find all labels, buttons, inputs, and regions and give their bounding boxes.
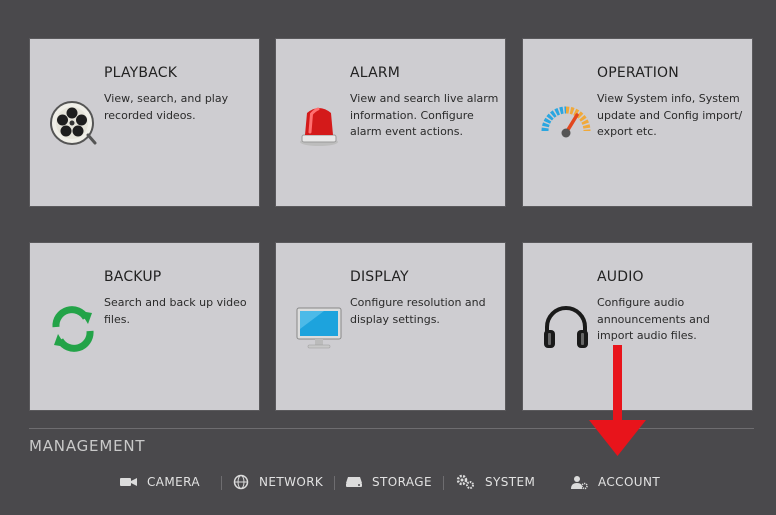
nav-separator: [221, 476, 222, 490]
tile-audio[interactable]: AUDIO Configure audio announcements and …: [522, 242, 753, 411]
siren-icon: [300, 107, 338, 146]
user-gear-icon: [571, 475, 588, 489]
tile-title: DISPLAY: [350, 269, 409, 285]
nav-label: STORAGE: [372, 475, 432, 489]
tile-description: Configure resolution and display setting…: [350, 296, 486, 326]
tile-display[interactable]: DISPLAY Configure resolution and display…: [275, 242, 506, 411]
tile-operation[interactable]: OPERATION View System info, System updat…: [522, 38, 753, 207]
nav-label: ACCOUNT: [598, 475, 661, 489]
nav-label: SYSTEM: [485, 475, 536, 489]
tile-description: Search and back up video files.: [104, 296, 247, 326]
tile-playback[interactable]: PLAYBACK View, search, and play recorded…: [29, 38, 260, 207]
tile-title: BACKUP: [104, 269, 162, 285]
sync-icon: [52, 306, 94, 352]
tile-description: View, search, and play recorded videos.: [104, 92, 229, 122]
monitor-icon: [296, 307, 342, 349]
management-divider: [29, 428, 754, 429]
globe-icon: [233, 474, 249, 490]
tile-description: Configure audio announcements and import…: [597, 296, 710, 342]
film-reel-icon: [50, 101, 97, 145]
tile-title: OPERATION: [597, 65, 679, 81]
nav-separator: [334, 476, 335, 490]
tile-description: View System info, System update and Conf…: [597, 92, 743, 138]
nav-account[interactable]: ACCOUNT: [571, 469, 660, 495]
nav-separator: [443, 476, 444, 490]
nav-label: NETWORK: [259, 475, 324, 489]
hdd-icon: [346, 477, 362, 487]
tile-title: ALARM: [350, 65, 401, 81]
headphones-icon: [544, 306, 588, 348]
nav-storage[interactable]: STORAGE: [346, 469, 432, 495]
tile-title: AUDIO: [597, 269, 644, 285]
gears-icon: [456, 474, 474, 489]
nav-label: CAMERA: [147, 475, 200, 489]
camera-icon: [120, 478, 137, 486]
nav-camera[interactable]: CAMERA: [120, 469, 200, 495]
tile-title: PLAYBACK: [104, 65, 178, 81]
tile-description: View and search live alarm information. …: [350, 92, 499, 138]
nav-network[interactable]: NETWORK: [233, 469, 323, 495]
gauge-icon: [541, 106, 591, 138]
tile-backup[interactable]: BACKUP Search and back up video files.: [29, 242, 260, 411]
nav-system[interactable]: SYSTEM: [456, 469, 535, 495]
management-heading: MANAGEMENT: [29, 437, 146, 455]
tile-alarm[interactable]: ALARM View and search live alarm informa…: [275, 38, 506, 207]
